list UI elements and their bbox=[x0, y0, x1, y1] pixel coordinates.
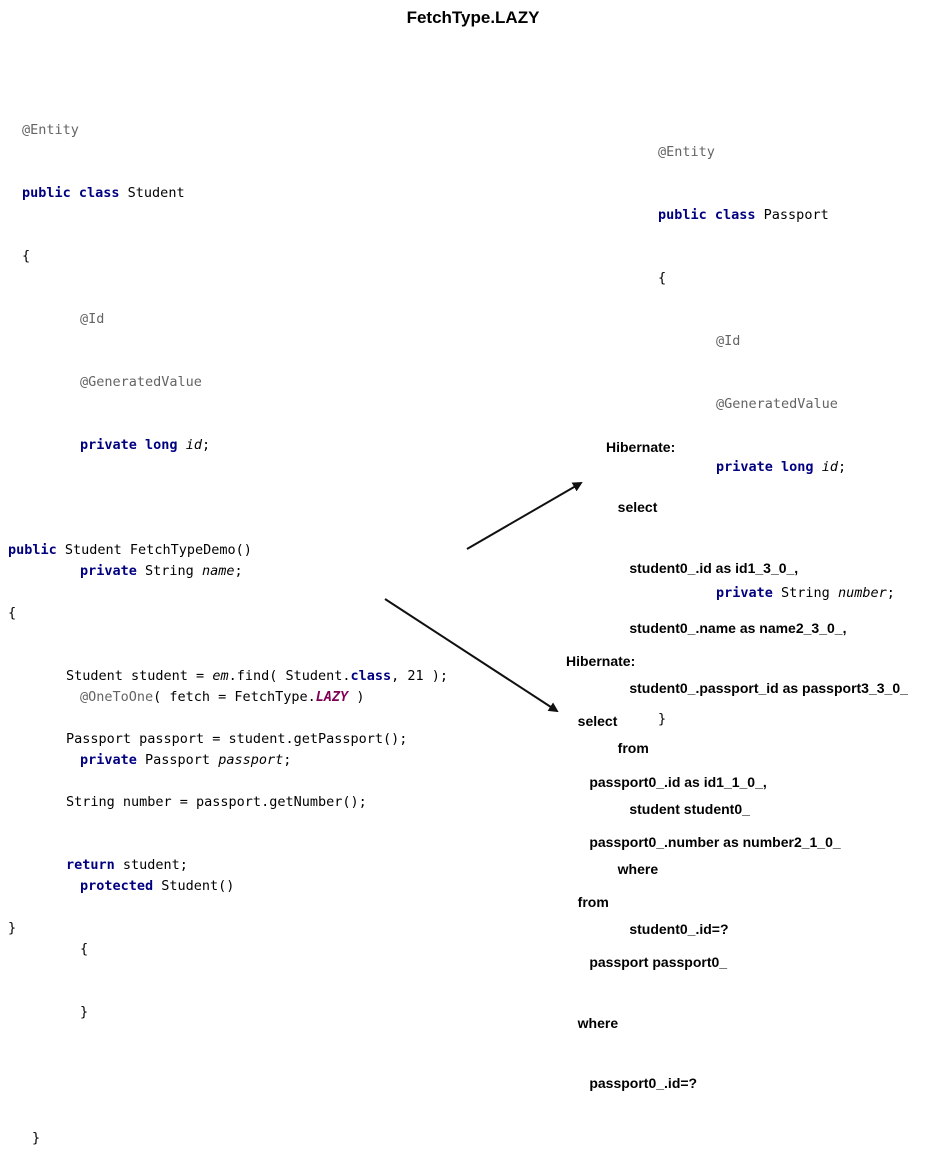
code-line-get-number: String number = passport.getNumber(); bbox=[66, 794, 367, 810]
arrows-layer bbox=[384, 481, 583, 713]
code-line-return: student; bbox=[114, 857, 188, 873]
sql-line: passport0_.id=? bbox=[566, 1075, 698, 1092]
arrow-getnumber-to-passport-sql bbox=[384, 598, 559, 713]
sql-line: from bbox=[566, 894, 609, 911]
arrow-find-to-student-sql bbox=[466, 481, 583, 550]
sql-line: where bbox=[566, 1014, 619, 1031]
keyword: return bbox=[66, 857, 115, 873]
sql-line: passport passport0_ bbox=[566, 954, 728, 971]
brace: } bbox=[8, 920, 17, 936]
sql-line: passport0_.number as number2_1_0_ bbox=[566, 833, 841, 850]
brace: } bbox=[32, 1130, 41, 1146]
brace: } bbox=[80, 1004, 89, 1020]
